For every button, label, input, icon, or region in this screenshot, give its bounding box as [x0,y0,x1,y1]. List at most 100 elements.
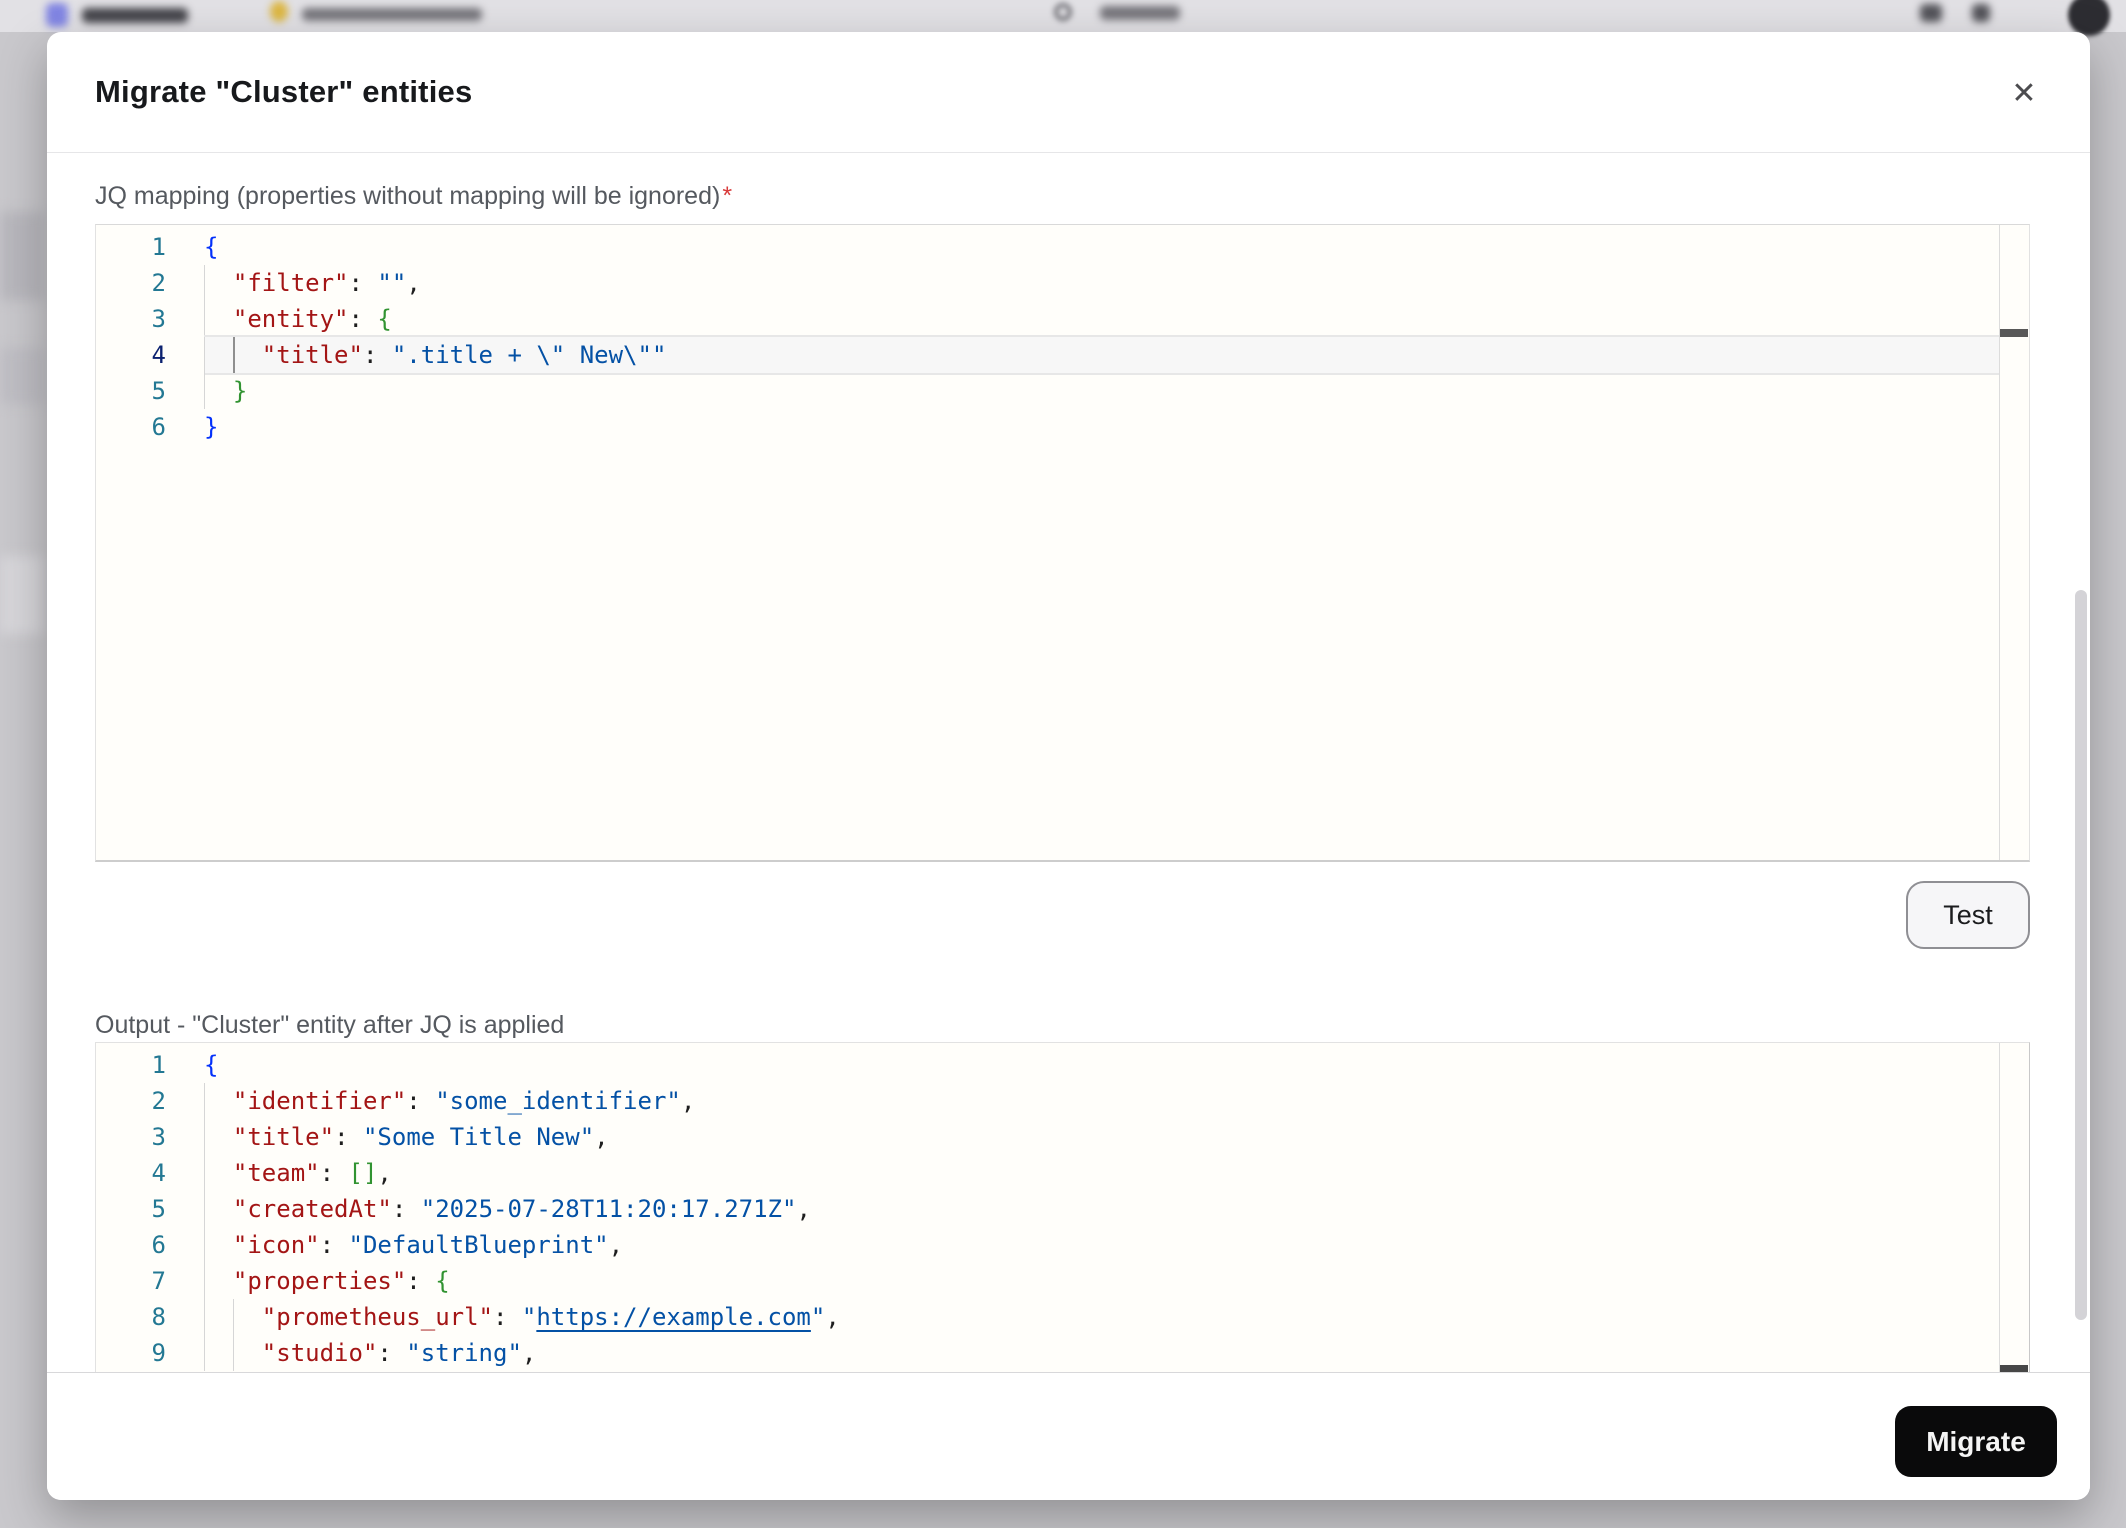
indent-guide [204,337,205,373]
line-number: 2 [96,265,166,301]
code-line: 7 "properties": { [96,1263,1999,1299]
code-line: 1{ [96,1047,1999,1083]
code-token: { [204,1051,218,1079]
line-number: 1 [96,229,166,265]
code-token: "createdAt" [233,1195,392,1223]
code-token: "identifier" [233,1087,406,1115]
search-icon [1054,3,1072,21]
indent-guide [233,1335,234,1371]
code-token: [] [349,1159,378,1187]
modal-header: Migrate "Cluster" entities ✕ [47,32,2090,153]
code-token: : [320,1231,349,1259]
blurred-nav-text [82,8,188,23]
active-indent-guide [233,337,235,373]
code-token: { [435,1267,449,1295]
indent-guide [233,1299,234,1335]
code-token: { [204,233,218,261]
code-token: "2025-07-28T11:20:17.271Z" [421,1195,797,1223]
blurred-nav-text [302,8,482,21]
code-token: "entity" [233,305,349,333]
indent-guide [204,373,205,409]
code-line: 6} [96,409,1999,445]
code-line: 2 "identifier": "some_identifier", [96,1083,1999,1119]
code-token: "title" [262,341,363,369]
code-token [204,1195,233,1223]
code-token [204,377,233,405]
code-line: 3 "title": "Some Title New", [96,1119,1999,1155]
code-token: , [796,1195,810,1223]
code-line: 9 "studio": "string", [96,1335,1999,1371]
line-number: 1 [96,1047,166,1083]
modal-scrollbar-thumb[interactable] [2075,590,2087,1320]
code-token: "properties" [233,1267,406,1295]
code-line: 3 "entity": { [96,301,1999,337]
code-token: "icon" [233,1231,320,1259]
code-token: : [349,269,378,297]
code-line: 6 "icon": "DefaultBlueprint", [96,1227,1999,1263]
indent-guide [204,1155,205,1191]
code-line: 5 } [96,373,1999,409]
code-token: : [406,1267,435,1295]
test-button[interactable]: Test [1906,881,2030,949]
blurred-app-icon [46,3,68,27]
test-row: Test [95,881,2030,949]
jq-mapping-editor[interactable]: 1{2 "filter": "",3 "entity": {4 "title":… [95,224,2030,862]
background-topbar [0,0,2126,32]
line-number: 6 [96,1227,166,1263]
modal-body: JQ mapping (properties without mapping w… [47,153,2090,1372]
line-number: 5 [96,1191,166,1227]
code-token: , [825,1303,839,1331]
code-token: ".title + \" New\"" [392,341,667,369]
code-token [204,1231,233,1259]
code-token: : [349,305,378,333]
code-token: " [522,1303,536,1331]
indent-guide [204,1191,205,1227]
line-number: 3 [96,1119,166,1155]
code-token: : [406,1087,435,1115]
url-link[interactable]: https://example.com [536,1303,811,1331]
code-token: : [493,1303,522,1331]
modal-title: Migrate "Cluster" entities [95,74,472,110]
line-number: 5 [96,373,166,409]
code-line: 8 "prometheus_url": "https://example.com… [96,1299,1999,1335]
code-token [204,1267,233,1295]
code-token: "" [377,269,406,297]
line-number: 2 [96,1083,166,1119]
overview-cursor-marker [2000,329,2028,337]
code-token: " [811,1303,825,1331]
code-token: : [334,1123,363,1151]
code-token: , [681,1087,695,1115]
code-token: "string" [406,1339,522,1367]
jq-mapping-label-text: JQ mapping (properties without mapping w… [95,182,720,210]
code-token: "team" [233,1159,320,1187]
line-number: 9 [96,1335,166,1371]
migrate-button[interactable]: Migrate [1895,1406,2057,1477]
avatar [2068,0,2110,36]
code-line: 4 "team": [], [96,1155,1999,1191]
overview-ruler-separator [1999,225,2000,860]
code-token: "prometheus_url" [262,1303,493,1331]
code-line: 5 "createdAt": "2025-07-28T11:20:17.271Z… [96,1191,1999,1227]
required-asterisk: * [722,182,732,210]
code-token: : [392,1195,421,1223]
code-token: , [594,1123,608,1151]
indent-guide [204,1119,205,1155]
overview-cursor-marker [2000,1365,2028,1372]
code-token [204,1159,233,1187]
code-token: , [377,1159,391,1187]
code-token: "title" [233,1123,334,1151]
indent-guide [204,1083,205,1119]
indent-guide [204,1335,205,1371]
blurred-toolbar-icon [1920,4,1942,22]
line-number: 4 [96,1155,166,1191]
blurred-toolbar-icon [1972,4,1990,22]
close-icon: ✕ [2011,77,2036,110]
code-line: 4 "title": ".title + \" New\"" [96,337,1999,373]
code-token: , [406,269,420,297]
indent-guide [204,301,205,337]
indent-guide [204,265,205,301]
modal-footer: Migrate [47,1372,2090,1500]
close-button[interactable]: ✕ [1998,68,2050,120]
output-editor[interactable]: 1{2 "identifier": "some_identifier",3 "t… [95,1042,2030,1372]
code-token [204,269,233,297]
